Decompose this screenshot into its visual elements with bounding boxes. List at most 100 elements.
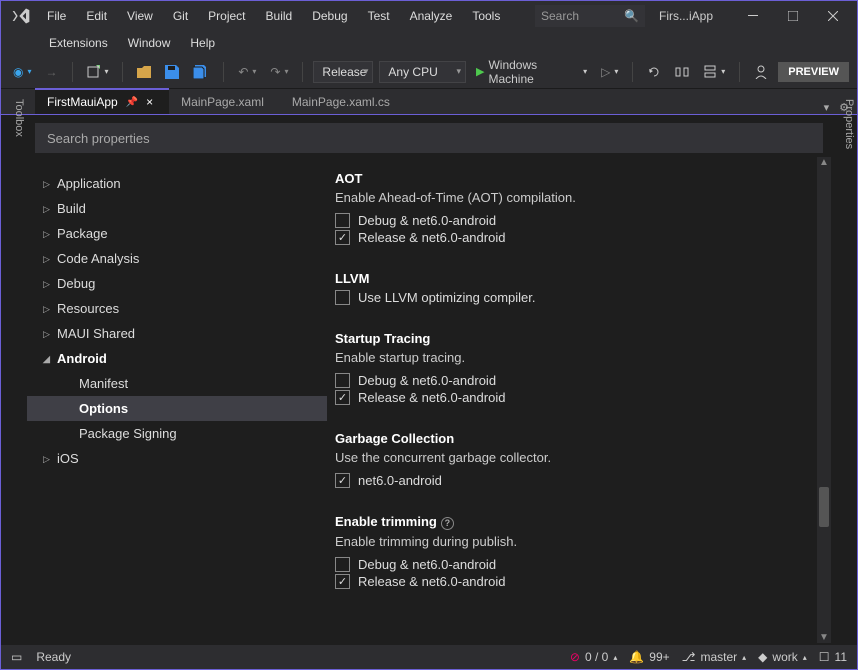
tree-options[interactable]: Options — [27, 396, 327, 421]
tree-resources[interactable]: ▷Resources — [27, 296, 327, 321]
main-editor: Search properties ▷Application ▷Build ▷P… — [27, 115, 831, 645]
separator — [739, 62, 740, 82]
scroll-up-icon[interactable]: ▲ — [819, 157, 829, 168]
close-icon[interactable]: × — [146, 95, 153, 109]
quick-search[interactable]: Search 🔍 — [535, 5, 645, 27]
menu-extensions[interactable]: Extensions — [39, 32, 118, 54]
tree-android[interactable]: ◢Android — [27, 346, 327, 371]
tree-label: MAUI Shared — [57, 326, 135, 341]
scroll-thumb[interactable] — [819, 487, 829, 527]
checkbox-aot-release[interactable] — [335, 230, 350, 245]
scroll-down-icon[interactable]: ▼ — [819, 632, 829, 643]
section-desc: Use the concurrent garbage collector. — [335, 450, 811, 465]
checkbox-trim-release[interactable] — [335, 574, 350, 589]
close-button[interactable] — [813, 2, 853, 30]
checkbox-aot-debug[interactable] — [335, 213, 350, 228]
properties-sidetab[interactable]: Properties — [833, 93, 855, 149]
status-errors[interactable]: ⊘0 / 0▴ — [570, 650, 617, 664]
errors-count: 0 / 0 — [585, 650, 608, 664]
info-icon[interactable]: ? — [441, 517, 454, 530]
vertical-scrollbar[interactable]: ▲ ▼ — [817, 157, 831, 643]
menu-window[interactable]: Window — [118, 32, 181, 54]
tree-debug[interactable]: ▷Debug — [27, 271, 327, 296]
tree-label: Code Analysis — [57, 251, 139, 266]
tree-build[interactable]: ▷Build — [27, 196, 327, 221]
status-branch[interactable]: ⎇master▴ — [682, 650, 747, 664]
status-work[interactable]: ◆work▴ — [758, 650, 807, 664]
menu-file[interactable]: File — [37, 5, 76, 27]
undo-button[interactable]: ↶ ▾ — [234, 63, 260, 81]
section-tracing: Startup Tracing Enable startup tracing. … — [335, 331, 811, 405]
menu-project[interactable]: Project — [198, 5, 255, 27]
section-trim: Enable trimming? Enable trimming during … — [335, 514, 811, 589]
project-properties-body: ▷Application ▷Build ▷Package ▷Code Analy… — [27, 165, 831, 645]
hot-reload-icon[interactable] — [643, 63, 665, 81]
config-dropdown[interactable]: Release — [313, 61, 373, 83]
checkbox-tracing-release[interactable] — [335, 390, 350, 405]
tree-package[interactable]: ▷Package — [27, 221, 327, 246]
tree-manifest[interactable]: Manifest — [27, 371, 327, 396]
section-desc: Enable startup tracing. — [335, 350, 811, 365]
minimize-button[interactable] — [733, 2, 773, 30]
section-desc: Enable Ahead-of-Time (AOT) compilation. — [335, 190, 811, 205]
checkbox-tracing-debug[interactable] — [335, 373, 350, 388]
tree-label: Application — [57, 176, 121, 191]
check-label: Debug & net6.0-android — [358, 557, 496, 572]
menubar: File Edit View Git Project Build Debug T… — [37, 5, 510, 27]
toolbox-sidetab[interactable]: Toolbox — [3, 93, 25, 137]
tab-label: FirstMauiApp — [47, 95, 118, 109]
notif-count: 99+ — [649, 650, 669, 664]
tab-mainpage-xaml-cs[interactable]: MainPage.xaml.cs — [280, 90, 406, 114]
tree-package-signing[interactable]: Package Signing — [27, 421, 327, 446]
menu-build[interactable]: Build — [256, 5, 303, 27]
platform-dropdown[interactable]: Any CPU — [379, 61, 466, 83]
menu-view[interactable]: View — [117, 5, 163, 27]
run-without-debug-button[interactable]: ▷▾ — [597, 63, 622, 81]
output-icon[interactable]: ▭ — [11, 650, 22, 664]
step-icon[interactable] — [671, 63, 693, 81]
menu-test[interactable]: Test — [358, 5, 400, 27]
separator — [223, 62, 224, 82]
maximize-button[interactable] — [773, 2, 813, 30]
menubar-row2: Extensions Window Help — [1, 31, 857, 55]
tab-label: MainPage.xaml — [181, 95, 264, 109]
menu-edit[interactable]: Edit — [76, 5, 117, 27]
live-share-icon[interactable] — [750, 63, 772, 81]
separator — [302, 62, 303, 82]
nav-fwd-button[interactable]: → — [42, 63, 62, 81]
section-title: AOT — [335, 171, 811, 186]
align-icon[interactable]: ▾ — [699, 63, 729, 81]
new-item-button[interactable]: ▾ — [82, 63, 112, 81]
tree-application[interactable]: ▷Application — [27, 171, 327, 196]
run-target-label: Windows Machine — [488, 58, 579, 86]
tree-code-analysis[interactable]: ▷Code Analysis — [27, 246, 327, 271]
menu-debug[interactable]: Debug — [302, 5, 357, 27]
nav-back-button[interactable]: ◉ ▾ — [9, 63, 36, 81]
menu-help[interactable]: Help — [180, 32, 225, 54]
status-notifications[interactable]: 🔔99+ — [629, 650, 669, 664]
tab-mainpage-xaml[interactable]: MainPage.xaml — [169, 90, 280, 114]
checkbox-gc[interactable] — [335, 473, 350, 488]
search-properties-input[interactable]: Search properties — [35, 123, 823, 153]
run-button[interactable]: ▶ Windows Machine ▾ — [472, 56, 591, 88]
tree-ios[interactable]: ▷iOS — [27, 446, 327, 471]
pin-icon[interactable]: 📌 — [126, 97, 138, 108]
preview-button[interactable]: PREVIEW — [778, 62, 849, 82]
check-label: Debug & net6.0-android — [358, 373, 496, 388]
checkbox-trim-debug[interactable] — [335, 557, 350, 572]
tree-maui-shared[interactable]: ▷MAUI Shared — [27, 321, 327, 346]
checkbox-llvm[interactable] — [335, 290, 350, 305]
open-file-button[interactable] — [133, 64, 155, 80]
menu-tools[interactable]: Tools — [462, 5, 510, 27]
window-controls — [733, 2, 853, 30]
save-all-button[interactable] — [189, 63, 213, 81]
tab-firstmauiapp[interactable]: FirstMauiApp 📌 × — [35, 88, 169, 114]
menu-analyze[interactable]: Analyze — [400, 5, 463, 27]
menu-git[interactable]: Git — [163, 5, 198, 27]
status-line[interactable]: ☐11 — [819, 650, 847, 664]
section-aot: AOT Enable Ahead-of-Time (AOT) compilati… — [335, 171, 811, 245]
tab-overflow-icon[interactable]: ▾ — [824, 101, 830, 114]
redo-button[interactable]: ↷ ▾ — [266, 63, 292, 81]
work-label: work — [772, 650, 797, 664]
save-button[interactable] — [161, 63, 183, 81]
